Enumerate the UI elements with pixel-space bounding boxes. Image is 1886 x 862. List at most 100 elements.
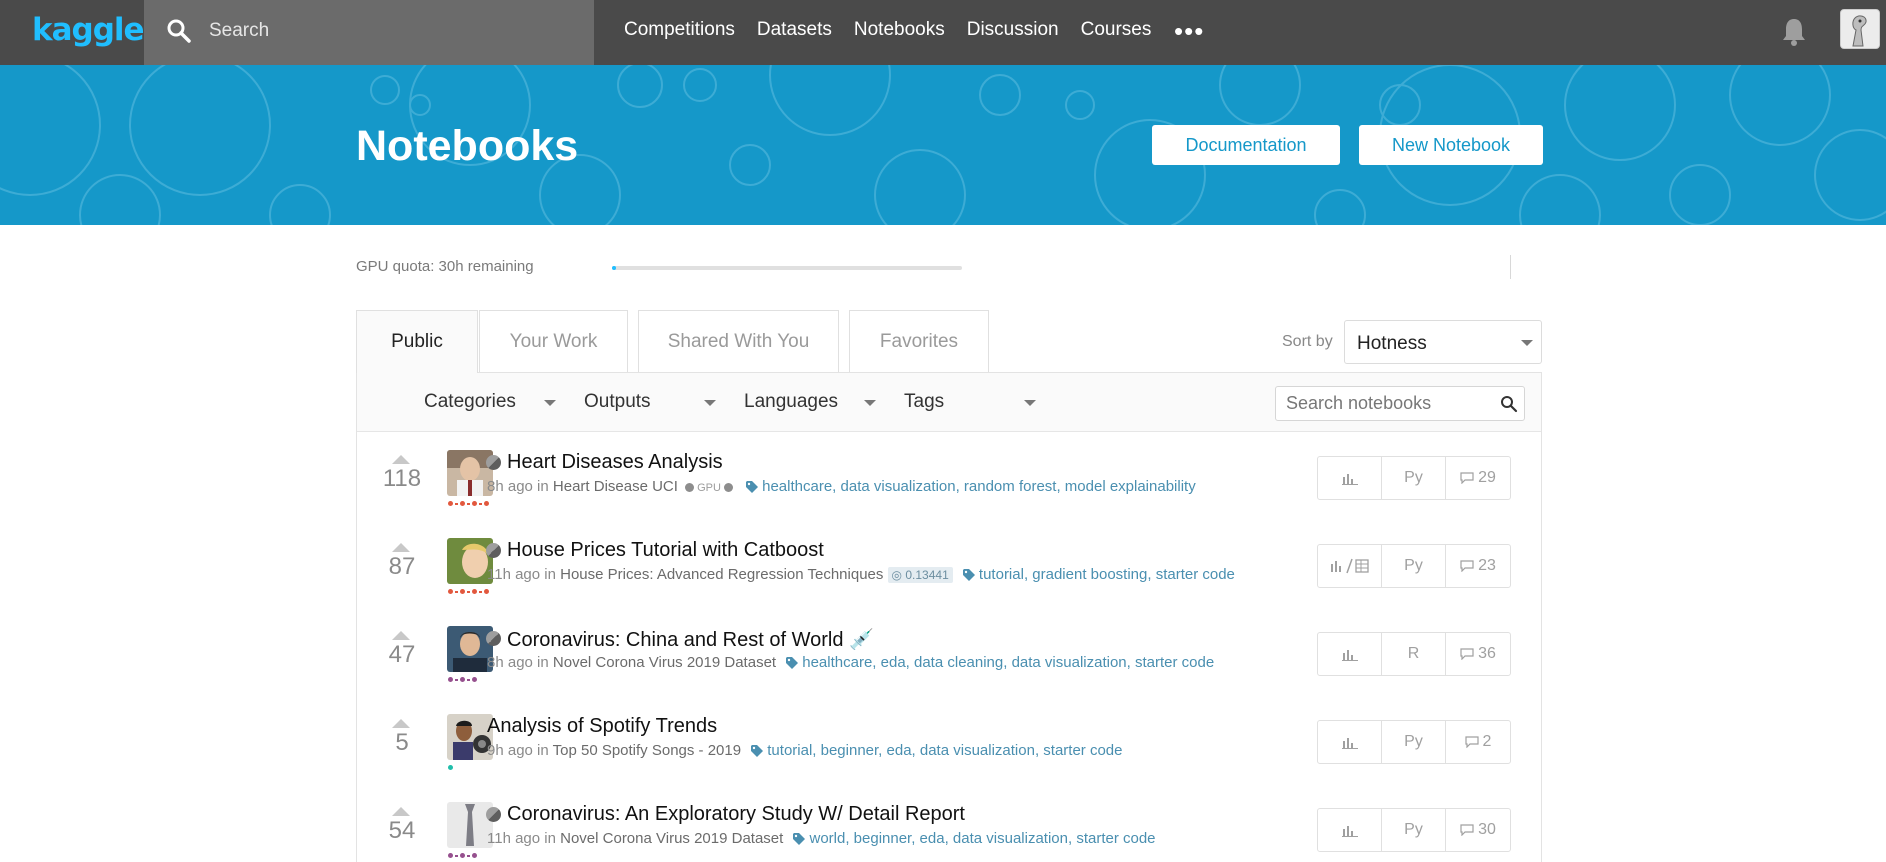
output-chart-icon[interactable] xyxy=(1318,633,1382,675)
tab-your-work[interactable]: Your Work xyxy=(479,310,628,373)
output-chart-icon[interactable] xyxy=(1318,457,1382,499)
notebook-actions: Py 2 xyxy=(1317,720,1511,764)
status-icon xyxy=(486,543,501,558)
language-label[interactable]: R xyxy=(1382,633,1446,675)
search-icon[interactable] xyxy=(1500,395,1518,413)
user-avatar[interactable] xyxy=(1840,9,1880,49)
notebook-row[interactable]: 87 House Prices Tutorial with Catboost 1… xyxy=(357,538,1541,630)
main-nav: Competitions Datasets Notebooks Discussi… xyxy=(624,19,1151,41)
gpu-dot-icon xyxy=(685,482,695,492)
tag-icon xyxy=(746,481,759,494)
vote-count: 54 xyxy=(388,817,416,844)
notebook-meta: 8h ago in Heart Disease UCI GPU healthca… xyxy=(487,478,1196,495)
comment-count: 23 xyxy=(1478,557,1496,574)
notebook-tags[interactable]: tutorial, gradient boosting, starter cod… xyxy=(979,566,1235,583)
site-search[interactable]: Search xyxy=(144,0,594,65)
notebook-search-input[interactable]: Search notebooks xyxy=(1275,386,1525,421)
sort-select[interactable]: Hotness xyxy=(1344,320,1542,364)
filter-languages[interactable]: Languages xyxy=(744,391,838,413)
notebook-title[interactable]: Coronavirus: An Exploratory Study W/ Det… xyxy=(507,803,965,826)
comment-icon xyxy=(1460,472,1474,484)
avatar-image xyxy=(1841,10,1879,48)
upvote-icon[interactable] xyxy=(392,807,410,816)
notebook-time: 8h ago in xyxy=(487,654,553,671)
notebook-title[interactable]: Coronavirus: China and Rest of World 💉 xyxy=(507,627,874,652)
vote-count: 5 xyxy=(395,729,409,756)
notebook-actions: Py 29 xyxy=(1317,456,1511,500)
competition-score-badge: ◎ 0.13441 xyxy=(887,567,953,583)
notebook-row[interactable]: 54 Coronavirus: An Exploratory Study W/ … xyxy=(357,802,1541,862)
notebook-time: 11h ago in xyxy=(487,566,561,583)
nav-courses[interactable]: Courses xyxy=(1081,19,1152,41)
language-label[interactable]: Py xyxy=(1382,457,1446,499)
notebook-title[interactable]: House Prices Tutorial with Catboost xyxy=(507,539,824,562)
tag-icon xyxy=(962,569,975,582)
comment-icon xyxy=(1464,736,1479,748)
nav-discussion[interactable]: Discussion xyxy=(967,19,1059,41)
gpu-dot-icon xyxy=(723,482,733,492)
nav-competitions[interactable]: Competitions xyxy=(624,19,735,41)
filter-tags[interactable]: Tags xyxy=(904,391,944,413)
output-chart-table-icon[interactable] xyxy=(1318,545,1382,587)
nav-datasets[interactable]: Datasets xyxy=(757,19,832,41)
new-notebook-button[interactable]: New Notebook xyxy=(1359,125,1543,165)
comment-icon xyxy=(1460,824,1474,836)
notebook-meta: 9h ago in Top 50 Spotify Songs - 2019 tu… xyxy=(487,742,1122,759)
chevron-down-icon[interactable] xyxy=(544,400,556,406)
notebook-source[interactable]: Novel Corona Virus 2019 Dataset xyxy=(553,654,776,671)
notebook-row[interactable]: 118 Heart Diseases Analysis 8h ago in He… xyxy=(357,450,1541,542)
notebook-row[interactable]: 5 Analysis of Spotify Trends 9h ago in T… xyxy=(357,714,1541,806)
comments-button[interactable]: 30 xyxy=(1446,809,1510,851)
more-icon[interactable]: ••• xyxy=(1174,16,1204,47)
tab-public[interactable]: Public xyxy=(356,310,478,373)
chevron-down-icon[interactable] xyxy=(704,400,716,406)
banner-circles-pattern xyxy=(0,65,1886,225)
vote-count: 47 xyxy=(388,641,416,668)
notebook-tags[interactable]: healthcare, eda, data cleaning, data vis… xyxy=(802,654,1214,671)
upvote-icon[interactable] xyxy=(392,455,410,464)
upvote-icon[interactable] xyxy=(392,631,410,640)
notebook-title[interactable]: Analysis of Spotify Trends xyxy=(487,715,717,738)
comments-button[interactable]: 36 xyxy=(1446,633,1510,675)
notebook-source[interactable]: Heart Disease UCI xyxy=(553,478,678,495)
language-label[interactable]: Py xyxy=(1382,809,1446,851)
notebook-source[interactable]: House Prices: Advanced Regression Techni… xyxy=(560,566,883,583)
tab-shared-with-you[interactable]: Shared With You xyxy=(638,310,839,373)
comments-button[interactable]: 23 xyxy=(1446,545,1510,587)
output-chart-icon[interactable] xyxy=(1318,721,1382,763)
kaggle-logo[interactable]: kaggle xyxy=(32,12,145,48)
comments-button[interactable]: 2 xyxy=(1446,721,1510,763)
tag-icon xyxy=(793,833,806,846)
upvote-icon[interactable] xyxy=(392,543,410,552)
notebook-actions: Py 30 xyxy=(1317,808,1511,852)
language-label[interactable]: Py xyxy=(1382,545,1446,587)
comments-button[interactable]: 29 xyxy=(1446,457,1510,499)
status-icon xyxy=(486,455,501,470)
chevron-down-icon[interactable] xyxy=(1024,400,1036,406)
site-search-placeholder[interactable]: Search xyxy=(209,20,269,42)
notebook-source[interactable]: Novel Corona Virus 2019 Dataset xyxy=(560,830,783,847)
language-label[interactable]: Py xyxy=(1382,721,1446,763)
notebook-tags[interactable]: world, beginner, eda, data visualization… xyxy=(809,830,1155,847)
nav-notebooks[interactable]: Notebooks xyxy=(854,19,945,41)
notebook-tags[interactable]: healthcare, data visualization, random f… xyxy=(762,478,1196,495)
notebook-row[interactable]: 47 Coronavirus: China and Rest of World … xyxy=(357,626,1541,718)
filter-categories[interactable]: Categories xyxy=(424,391,516,413)
gpu-quota-text: GPU quota: 30h remaining xyxy=(356,258,534,275)
notebook-source[interactable]: Top 50 Spotify Songs - 2019 xyxy=(553,742,741,759)
sort-by-label: Sort by xyxy=(1282,333,1333,350)
notebook-title[interactable]: Heart Diseases Analysis xyxy=(507,451,723,474)
notebook-tags[interactable]: tutorial, beginner, eda, data visualizat… xyxy=(767,742,1122,759)
filter-outputs[interactable]: Outputs xyxy=(584,391,651,413)
notebook-time: 9h ago in xyxy=(487,742,553,759)
tab-favorites[interactable]: Favorites xyxy=(849,310,989,373)
divider xyxy=(1510,255,1511,279)
output-chart-icon[interactable] xyxy=(1318,809,1382,851)
documentation-button[interactable]: Documentation xyxy=(1152,125,1340,165)
comment-icon xyxy=(1460,648,1474,660)
upvote-icon[interactable] xyxy=(392,719,410,728)
comment-count: 36 xyxy=(1478,645,1496,662)
gpu-quota-fill xyxy=(612,266,616,270)
chevron-down-icon[interactable] xyxy=(864,400,876,406)
bell-icon[interactable] xyxy=(1780,16,1808,46)
